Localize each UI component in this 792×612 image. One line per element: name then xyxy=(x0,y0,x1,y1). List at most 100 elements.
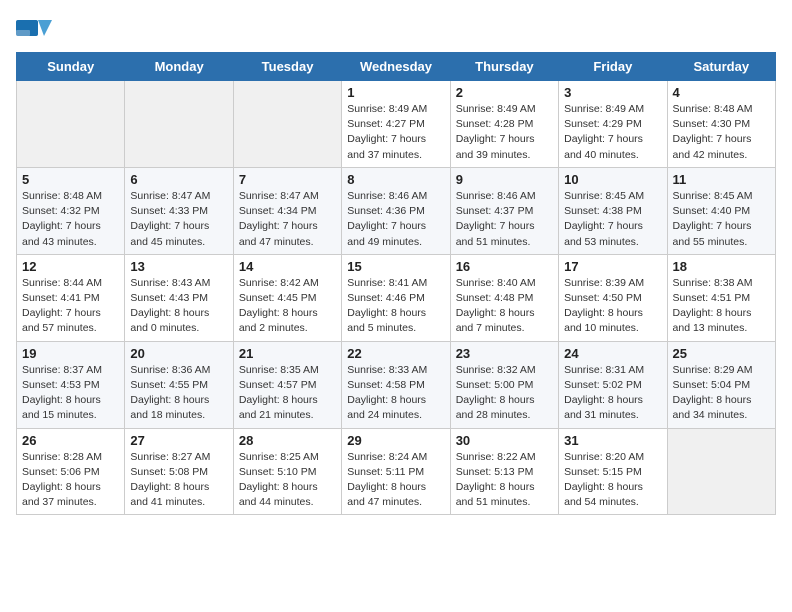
day-number: 21 xyxy=(239,346,336,361)
calendar-cell: 23 Sunrise: 8:32 AM Sunset: 5:00 PM Dayli… xyxy=(450,341,558,428)
calendar-cell: 8 Sunrise: 8:46 AM Sunset: 4:36 PM Daylig… xyxy=(342,167,450,254)
calendar-cell: 1 Sunrise: 8:49 AM Sunset: 4:27 PM Daylig… xyxy=(342,81,450,168)
day-number: 4 xyxy=(673,85,770,100)
day-info: Sunrise: 8:49 AM Sunset: 4:28 PM Dayligh… xyxy=(456,102,553,163)
day-info: Sunrise: 8:45 AM Sunset: 4:38 PM Dayligh… xyxy=(564,189,661,250)
day-info: Sunrise: 8:20 AM Sunset: 5:15 PM Dayligh… xyxy=(564,450,661,511)
calendar-cell: 17Sunrise: 8:39 AM Sunset: 4:50 PM Dayli… xyxy=(559,254,667,341)
day-number: 14 xyxy=(239,259,336,274)
weekday-header-monday: Monday xyxy=(125,53,233,81)
day-info: Sunrise: 8:49 AM Sunset: 4:27 PM Dayligh… xyxy=(347,102,444,163)
calendar-cell: 26 Sunrise: 8:28 AM Sunset: 5:06 PM Dayli… xyxy=(17,428,125,515)
calendar-week-1: 1 Sunrise: 8:49 AM Sunset: 4:27 PM Daylig… xyxy=(17,81,776,168)
day-number: 15 xyxy=(347,259,444,274)
calendar-cell: 29 Sunrise: 8:24 AM Sunset: 5:11 PM Dayli… xyxy=(342,428,450,515)
day-info: Sunrise: 8:47 AM Sunset: 4:33 PM Dayligh… xyxy=(130,189,227,250)
day-number: 27 xyxy=(130,433,227,448)
day-number: 22 xyxy=(347,346,444,361)
calendar-cell: 10 Sunrise: 8:45 AM Sunset: 4:38 PM Dayli… xyxy=(559,167,667,254)
calendar-cell xyxy=(125,81,233,168)
calendar-cell: 27Sunrise: 8:27 AM Sunset: 5:08 PM Dayli… xyxy=(125,428,233,515)
day-info: Sunrise: 8:38 AM Sunset: 4:51 PM Dayligh… xyxy=(673,276,770,337)
day-number: 20 xyxy=(130,346,227,361)
day-info: Sunrise: 8:43 AM Sunset: 4:43 PM Dayligh… xyxy=(130,276,227,337)
calendar-week-5: 26 Sunrise: 8:28 AM Sunset: 5:06 PM Dayli… xyxy=(17,428,776,515)
calendar-cell: 16 Sunrise: 8:40 AM Sunset: 4:48 PM Dayli… xyxy=(450,254,558,341)
calendar-cell: 31 Sunrise: 8:20 AM Sunset: 5:15 PM Dayli… xyxy=(559,428,667,515)
day-number: 10 xyxy=(564,172,661,187)
day-info: Sunrise: 8:46 AM Sunset: 4:36 PM Dayligh… xyxy=(347,189,444,250)
calendar-cell: 20 Sunrise: 8:36 AM Sunset: 4:55 PM Dayli… xyxy=(125,341,233,428)
calendar-cell: 9 Sunrise: 8:46 AM Sunset: 4:37 PM Daylig… xyxy=(450,167,558,254)
day-number: 16 xyxy=(456,259,553,274)
day-number: 26 xyxy=(22,433,119,448)
weekday-header-tuesday: Tuesday xyxy=(233,53,341,81)
day-info: Sunrise: 8:25 AM Sunset: 5:10 PM Dayligh… xyxy=(239,450,336,511)
day-number: 11 xyxy=(673,172,770,187)
day-info: Sunrise: 8:31 AM Sunset: 5:02 PM Dayligh… xyxy=(564,363,661,424)
day-number: 23 xyxy=(456,346,553,361)
day-number: 18 xyxy=(673,259,770,274)
day-info: Sunrise: 8:47 AM Sunset: 4:34 PM Dayligh… xyxy=(239,189,336,250)
calendar-cell: 13 Sunrise: 8:43 AM Sunset: 4:43 PM Dayli… xyxy=(125,254,233,341)
day-number: 31 xyxy=(564,433,661,448)
calendar-cell: 24 Sunrise: 8:31 AM Sunset: 5:02 PM Dayli… xyxy=(559,341,667,428)
day-info: Sunrise: 8:37 AM Sunset: 4:53 PM Dayligh… xyxy=(22,363,119,424)
calendar-cell: 12Sunrise: 8:44 AM Sunset: 4:41 PM Dayli… xyxy=(17,254,125,341)
calendar-cell xyxy=(17,81,125,168)
weekday-header-friday: Friday xyxy=(559,53,667,81)
calendar-cell: 30Sunrise: 8:22 AM Sunset: 5:13 PM Dayli… xyxy=(450,428,558,515)
calendar-cell: 28 Sunrise: 8:25 AM Sunset: 5:10 PM Dayli… xyxy=(233,428,341,515)
day-number: 5 xyxy=(22,172,119,187)
day-info: Sunrise: 8:28 AM Sunset: 5:06 PM Dayligh… xyxy=(22,450,119,511)
day-info: Sunrise: 8:45 AM Sunset: 4:40 PM Dayligh… xyxy=(673,189,770,250)
calendar-cell: 15Sunrise: 8:41 AM Sunset: 4:46 PM Dayli… xyxy=(342,254,450,341)
day-info: Sunrise: 8:39 AM Sunset: 4:50 PM Dayligh… xyxy=(564,276,661,337)
calendar-cell: 22 Sunrise: 8:33 AM Sunset: 4:58 PM Dayli… xyxy=(342,341,450,428)
weekday-header-sunday: Sunday xyxy=(17,53,125,81)
logo-icon xyxy=(16,16,52,44)
day-number: 28 xyxy=(239,433,336,448)
day-number: 25 xyxy=(673,346,770,361)
day-number: 1 xyxy=(347,85,444,100)
calendar-week-4: 19 Sunrise: 8:37 AM Sunset: 4:53 PM Dayli… xyxy=(17,341,776,428)
page-header xyxy=(16,16,776,44)
day-info: Sunrise: 8:48 AM Sunset: 4:32 PM Dayligh… xyxy=(22,189,119,250)
day-number: 29 xyxy=(347,433,444,448)
day-number: 12 xyxy=(22,259,119,274)
day-info: Sunrise: 8:49 AM Sunset: 4:29 PM Dayligh… xyxy=(564,102,661,163)
day-number: 13 xyxy=(130,259,227,274)
calendar-cell: 19 Sunrise: 8:37 AM Sunset: 4:53 PM Dayli… xyxy=(17,341,125,428)
calendar-cell: 7 Sunrise: 8:47 AM Sunset: 4:34 PM Daylig… xyxy=(233,167,341,254)
calendar-cell: 18 Sunrise: 8:38 AM Sunset: 4:51 PM Dayli… xyxy=(667,254,775,341)
calendar-cell: 25 Sunrise: 8:29 AM Sunset: 5:04 PM Dayli… xyxy=(667,341,775,428)
day-info: Sunrise: 8:33 AM Sunset: 4:58 PM Dayligh… xyxy=(347,363,444,424)
day-info: Sunrise: 8:46 AM Sunset: 4:37 PM Dayligh… xyxy=(456,189,553,250)
calendar-cell: 14 Sunrise: 8:42 AM Sunset: 4:45 PM Dayli… xyxy=(233,254,341,341)
day-info: Sunrise: 8:24 AM Sunset: 5:11 PM Dayligh… xyxy=(347,450,444,511)
day-number: 2 xyxy=(456,85,553,100)
day-info: Sunrise: 8:29 AM Sunset: 5:04 PM Dayligh… xyxy=(673,363,770,424)
weekday-header-row: SundayMondayTuesdayWednesdayThursdayFrid… xyxy=(17,53,776,81)
calendar-cell: 3Sunrise: 8:49 AM Sunset: 4:29 PM Daylig… xyxy=(559,81,667,168)
day-number: 6 xyxy=(130,172,227,187)
weekday-header-wednesday: Wednesday xyxy=(342,53,450,81)
logo xyxy=(16,16,56,44)
day-info: Sunrise: 8:35 AM Sunset: 4:57 PM Dayligh… xyxy=(239,363,336,424)
calendar-table: SundayMondayTuesdayWednesdayThursdayFrid… xyxy=(16,52,776,515)
day-number: 8 xyxy=(347,172,444,187)
day-info: Sunrise: 8:42 AM Sunset: 4:45 PM Dayligh… xyxy=(239,276,336,337)
day-info: Sunrise: 8:32 AM Sunset: 5:00 PM Dayligh… xyxy=(456,363,553,424)
day-number: 9 xyxy=(456,172,553,187)
calendar-cell: 21 Sunrise: 8:35 AM Sunset: 4:57 PM Dayli… xyxy=(233,341,341,428)
calendar-cell: 4Sunrise: 8:48 AM Sunset: 4:30 PM Daylig… xyxy=(667,81,775,168)
weekday-header-saturday: Saturday xyxy=(667,53,775,81)
calendar-week-3: 12Sunrise: 8:44 AM Sunset: 4:41 PM Dayli… xyxy=(17,254,776,341)
day-info: Sunrise: 8:40 AM Sunset: 4:48 PM Dayligh… xyxy=(456,276,553,337)
calendar-cell: 6 Sunrise: 8:47 AM Sunset: 4:33 PM Daylig… xyxy=(125,167,233,254)
day-number: 7 xyxy=(239,172,336,187)
calendar-cell xyxy=(667,428,775,515)
day-info: Sunrise: 8:36 AM Sunset: 4:55 PM Dayligh… xyxy=(130,363,227,424)
day-number: 19 xyxy=(22,346,119,361)
day-number: 24 xyxy=(564,346,661,361)
